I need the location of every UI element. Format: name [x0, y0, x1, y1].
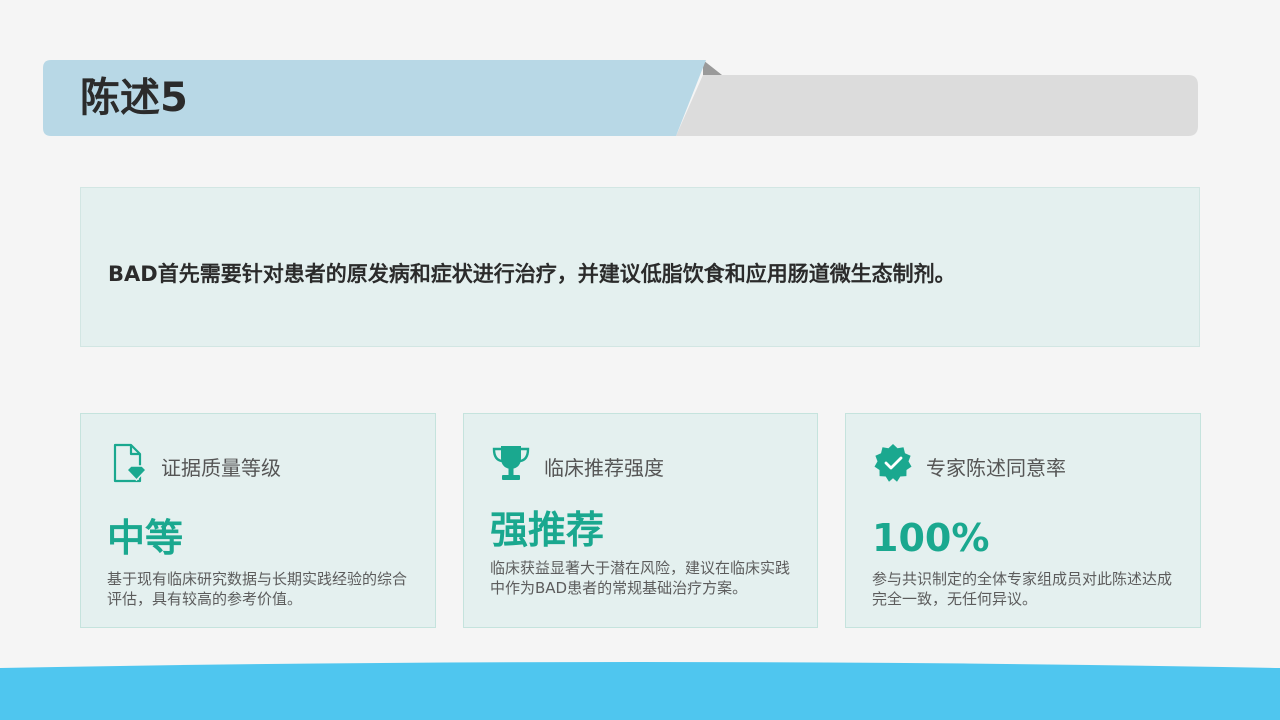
trophy-icon — [492, 446, 530, 480]
card-value: 中等 — [107, 516, 184, 560]
card-title: 证据质量等级 — [161, 456, 281, 480]
card-description: 参与共识制定的全体专家组成员对此陈述达成完全一致，无任何异议。 — [872, 570, 1173, 608]
page-title: 陈述5 — [80, 75, 188, 121]
statement-box: BAD首先需要针对患者的原发病和症状进行治疗，并建议低脂饮食和应用肠道微生态制剂… — [80, 187, 1200, 347]
card-description: 临床获益显著大于潜在风险，建议在临床实践中作为BAD患者的常规基础治疗方案。 — [490, 559, 791, 597]
banner-fold-shadow — [703, 60, 722, 75]
banner-gray-bar — [676, 75, 1198, 136]
footer-wave — [0, 662, 1280, 720]
evidence-quality-card: 证据质量等级 中等 基于现有临床研究数据与长期实践经验的综合评估，具有较高的参考… — [80, 413, 436, 628]
recommendation-strength-card: 临床推荐强度 强推荐 临床获益显著大于潜在风险，建议在临床实践中作为BAD患者的… — [463, 413, 818, 628]
title-banner — [43, 60, 1198, 136]
card-title: 临床推荐强度 — [544, 456, 664, 480]
card-title: 专家陈述同意率 — [926, 456, 1066, 480]
card-value: 强推荐 — [490, 508, 605, 552]
document-diamond-icon — [113, 443, 148, 483]
statement-text: BAD首先需要针对患者的原发病和症状进行治疗，并建议低脂饮食和应用肠道微生态制剂… — [108, 262, 956, 286]
card-value: 100% — [872, 516, 990, 560]
expert-agreement-card: 专家陈述同意率 100% 参与共识制定的全体专家组成员对此陈述达成完全一致，无任… — [845, 413, 1201, 628]
verified-badge-icon — [874, 444, 912, 482]
card-description: 基于现有临床研究数据与长期实践经验的综合评估，具有较高的参考价值。 — [107, 570, 408, 608]
